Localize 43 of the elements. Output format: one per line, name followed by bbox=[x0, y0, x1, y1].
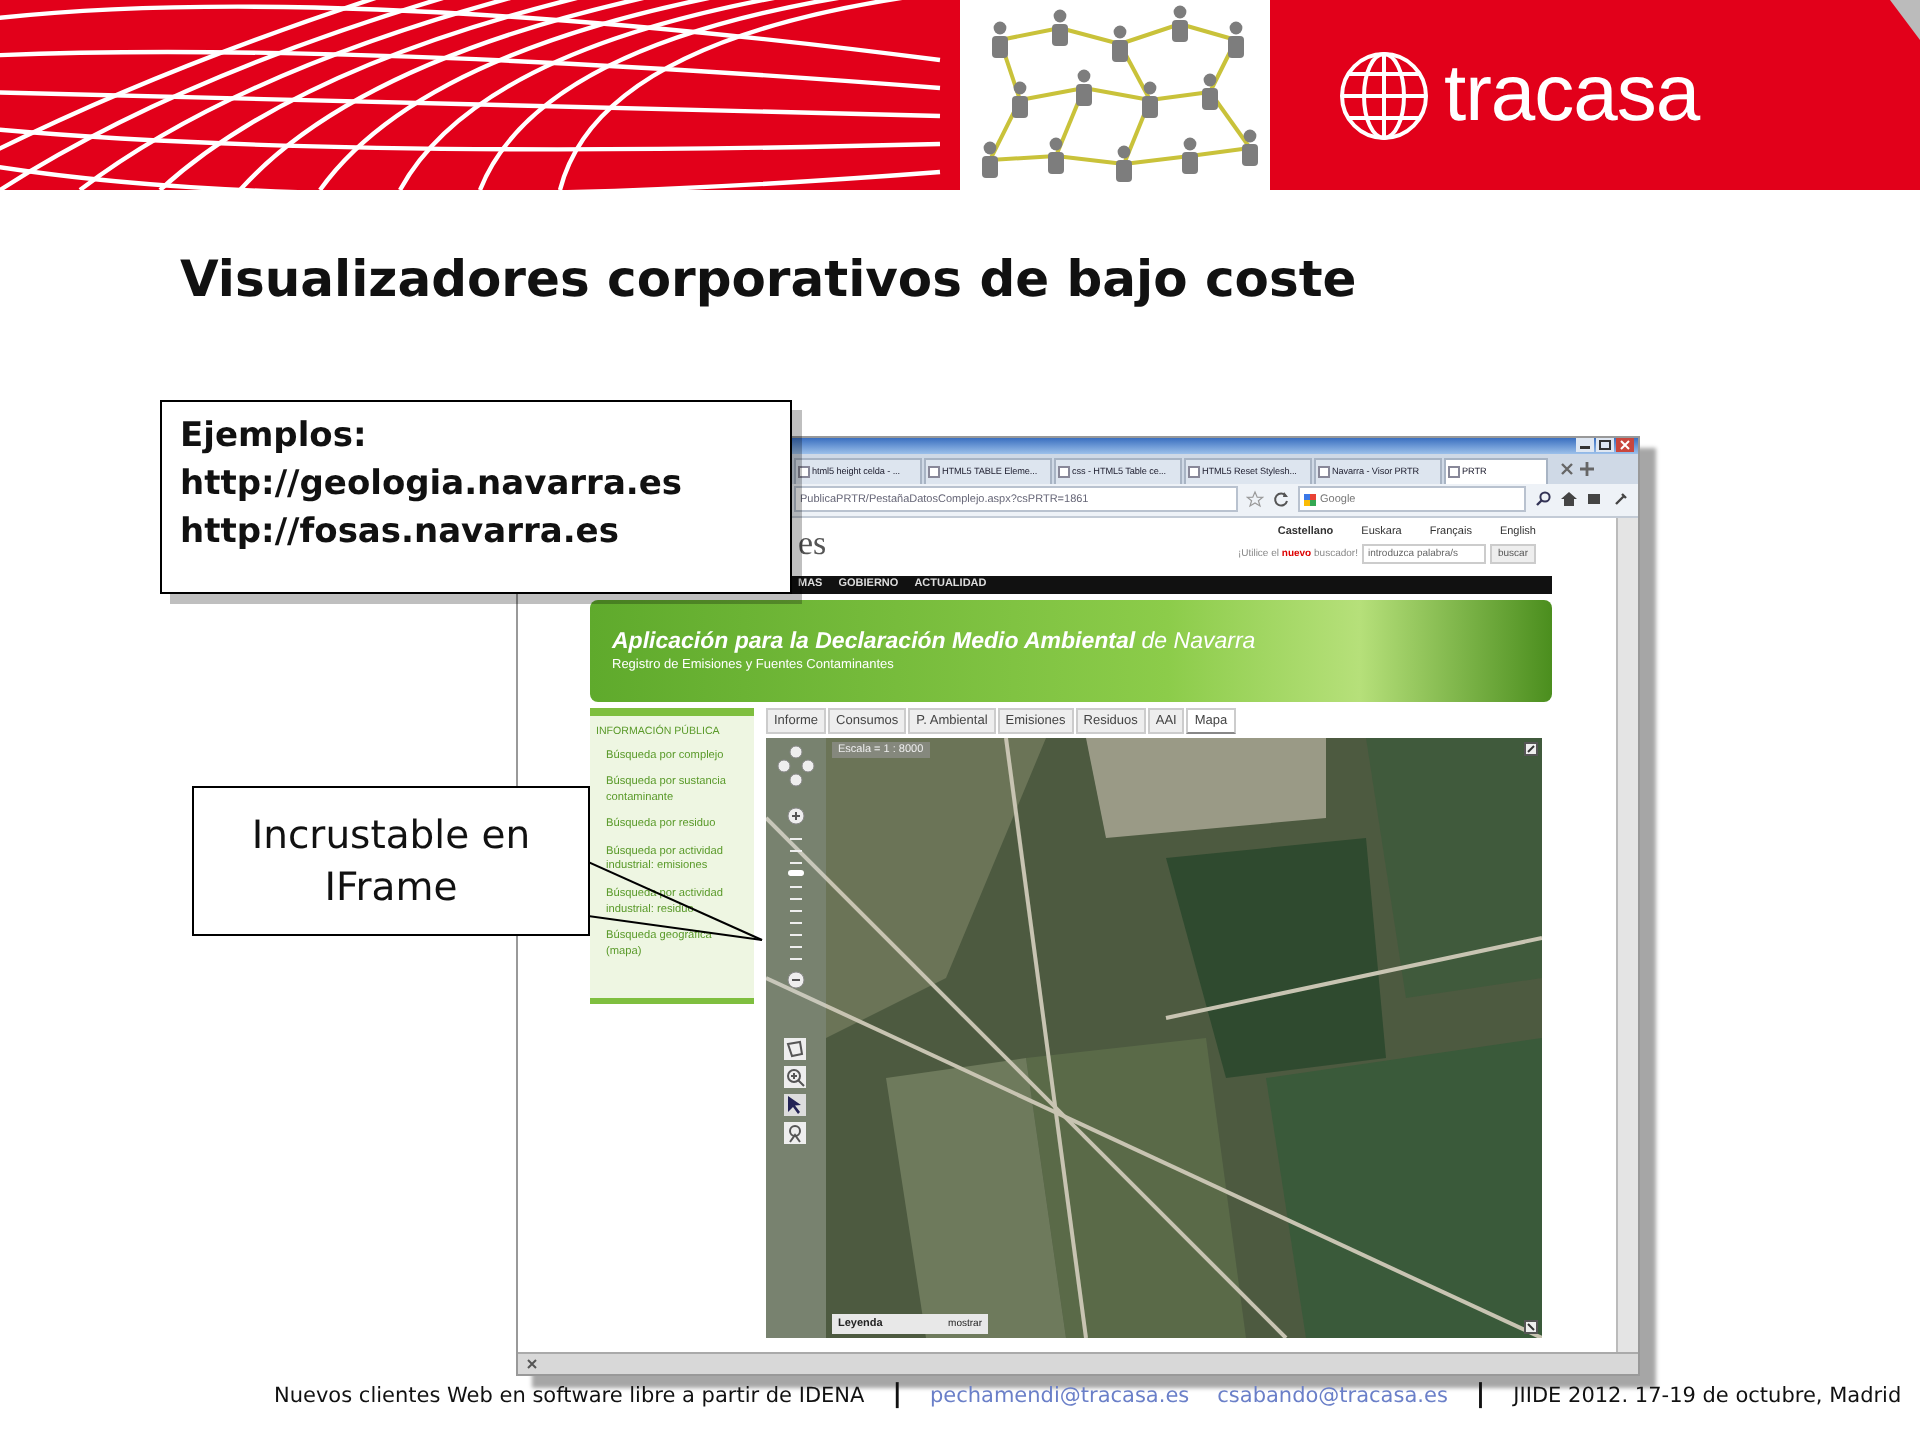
close-tab-icon[interactable] bbox=[1558, 459, 1576, 478]
page-icon bbox=[798, 465, 810, 478]
polygon-tool-icon[interactable] bbox=[784, 1037, 806, 1060]
globe-logo-icon bbox=[1336, 47, 1432, 143]
zoom-in-icon[interactable] bbox=[786, 805, 806, 826]
minimize-icon[interactable] bbox=[1576, 438, 1594, 452]
callout-heading: Ejemplos: bbox=[180, 414, 369, 459]
zoom-box-icon[interactable] bbox=[784, 1065, 806, 1088]
page-icon bbox=[1448, 465, 1460, 478]
event-text: JIIDE 2012. 17-19 de octubre, Madrid bbox=[1513, 1383, 1902, 1407]
pan-control-icon[interactable] bbox=[774, 743, 818, 792]
banner-title: Aplicación para la Declaración Medio Ambiental de Navarra bbox=[612, 629, 1258, 654]
slide-title: Visualizadores corporativos de bajo coste bbox=[180, 250, 1359, 312]
url-text: http://fosas.navarra.es bbox=[180, 510, 621, 555]
separator-text: | bbox=[892, 1380, 902, 1410]
reload-icon[interactable] bbox=[1272, 490, 1290, 509]
site-logo-text: es bbox=[798, 523, 827, 566]
callout-text: Incrustable en IFrame bbox=[249, 810, 533, 912]
brand-name: tracasa bbox=[1444, 50, 1700, 140]
email-link[interactable]: pechamendi@tracasa.es bbox=[929, 1383, 1190, 1407]
zoom-slider-thumb[interactable] bbox=[788, 870, 804, 877]
zoom-out-icon[interactable] bbox=[786, 969, 806, 990]
email-link[interactable]: csabando@tracasa.es bbox=[1217, 1383, 1448, 1407]
separator-text: | bbox=[1475, 1380, 1486, 1410]
search-icon[interactable] bbox=[1534, 490, 1552, 509]
page-icon bbox=[928, 465, 940, 478]
close-icon[interactable] bbox=[526, 1358, 538, 1371]
overview-toggle-icon[interactable] bbox=[1524, 1319, 1538, 1334]
pointer-icon[interactable] bbox=[784, 1093, 806, 1116]
new-tab-icon[interactable] bbox=[1578, 459, 1596, 478]
url-text: http://geologia.navarra.es bbox=[180, 462, 685, 507]
pin-icon[interactable] bbox=[784, 1121, 806, 1144]
search-engine-icon bbox=[1304, 493, 1316, 506]
page-icon bbox=[1058, 465, 1070, 478]
page-icon bbox=[1318, 465, 1330, 478]
close-icon[interactable] bbox=[1616, 438, 1634, 452]
home-icon[interactable] bbox=[1560, 490, 1578, 509]
maximize-icon[interactable] bbox=[1596, 438, 1614, 452]
star-icon[interactable] bbox=[1246, 490, 1264, 509]
page-icon bbox=[1188, 465, 1200, 478]
presentation-title: Nuevos clientes Web en software libre a partir de IDENA bbox=[274, 1383, 865, 1407]
expand-icon[interactable] bbox=[1524, 741, 1538, 756]
vertical-scrollbar[interactable] bbox=[1616, 517, 1638, 1353]
